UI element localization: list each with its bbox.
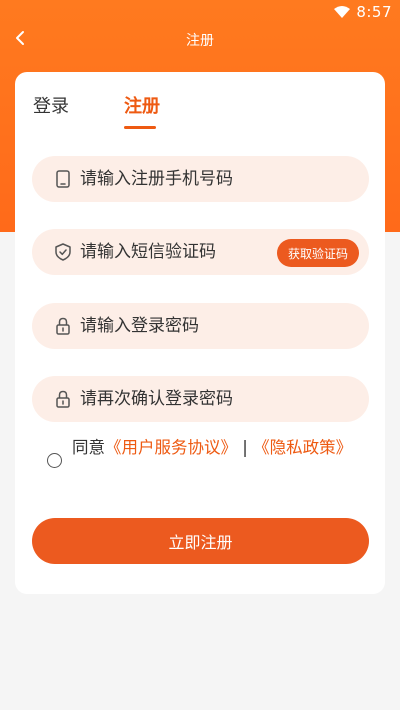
agreement-separator: |: [242, 438, 248, 457]
confirm-password-field[interactable]: [32, 376, 369, 422]
status-time: 8:57: [356, 3, 392, 21]
confirm-password-input[interactable]: [80, 376, 369, 422]
password-input[interactable]: [80, 303, 369, 349]
tab-login[interactable]: 登录: [33, 92, 69, 118]
nav-bar: 注册: [0, 26, 400, 52]
agreement-row: 同意《用户服务协议》 | 《隐私政策》: [47, 436, 367, 468]
phone-input[interactable]: [80, 156, 369, 202]
status-bar: 8:57: [0, 0, 400, 24]
tab-register[interactable]: 注册: [124, 92, 160, 118]
register-button[interactable]: 立即注册: [32, 518, 369, 564]
agreement-text: 同意《用户服务协议》 | 《隐私政策》: [72, 436, 352, 460]
tab-bar: 登录 注册: [31, 92, 331, 132]
agreement-prefix: 同意: [72, 438, 105, 457]
user-agreement-link[interactable]: 《用户服务协议》: [105, 438, 237, 457]
phone-field[interactable]: [32, 156, 369, 202]
register-card: 登录 注册 获取验证码 同意《用户服务协议》 | 《隐私政策》: [15, 72, 385, 594]
page-title: 注册: [186, 33, 214, 49]
phone-icon: [54, 170, 72, 188]
wifi-icon: [334, 6, 351, 18]
sms-code-field[interactable]: 获取验证码: [32, 229, 369, 275]
shield-icon: [54, 243, 72, 261]
lock-icon: [54, 390, 72, 408]
privacy-policy-link[interactable]: 《隐私政策》: [253, 438, 352, 457]
active-tab-indicator: [124, 126, 156, 129]
status-icons: 8:57: [334, 3, 392, 21]
lock-icon: [54, 317, 72, 335]
agreement-radio[interactable]: [47, 453, 62, 468]
get-code-button[interactable]: 获取验证码: [277, 239, 359, 267]
password-field[interactable]: [32, 303, 369, 349]
